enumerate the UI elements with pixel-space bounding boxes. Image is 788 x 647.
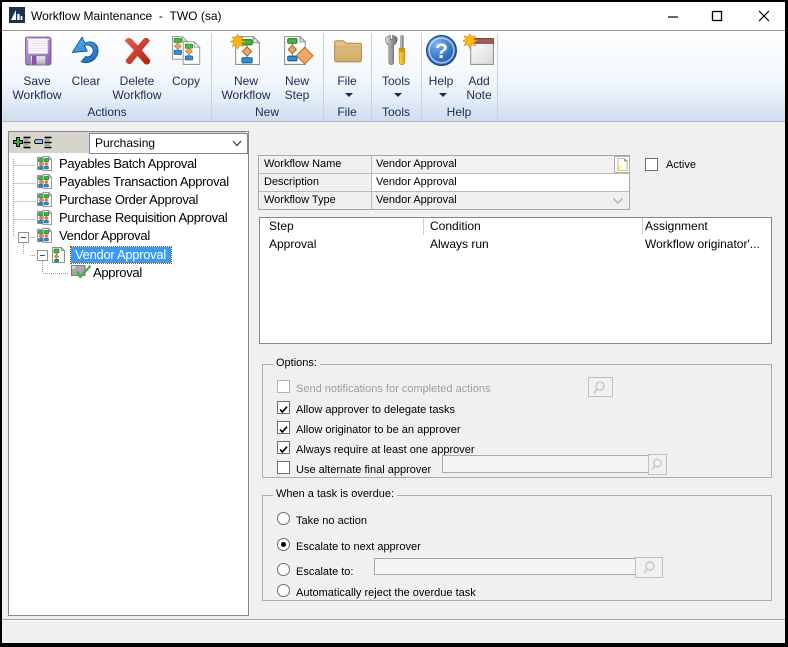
svg-text:?: ? (435, 38, 448, 63)
